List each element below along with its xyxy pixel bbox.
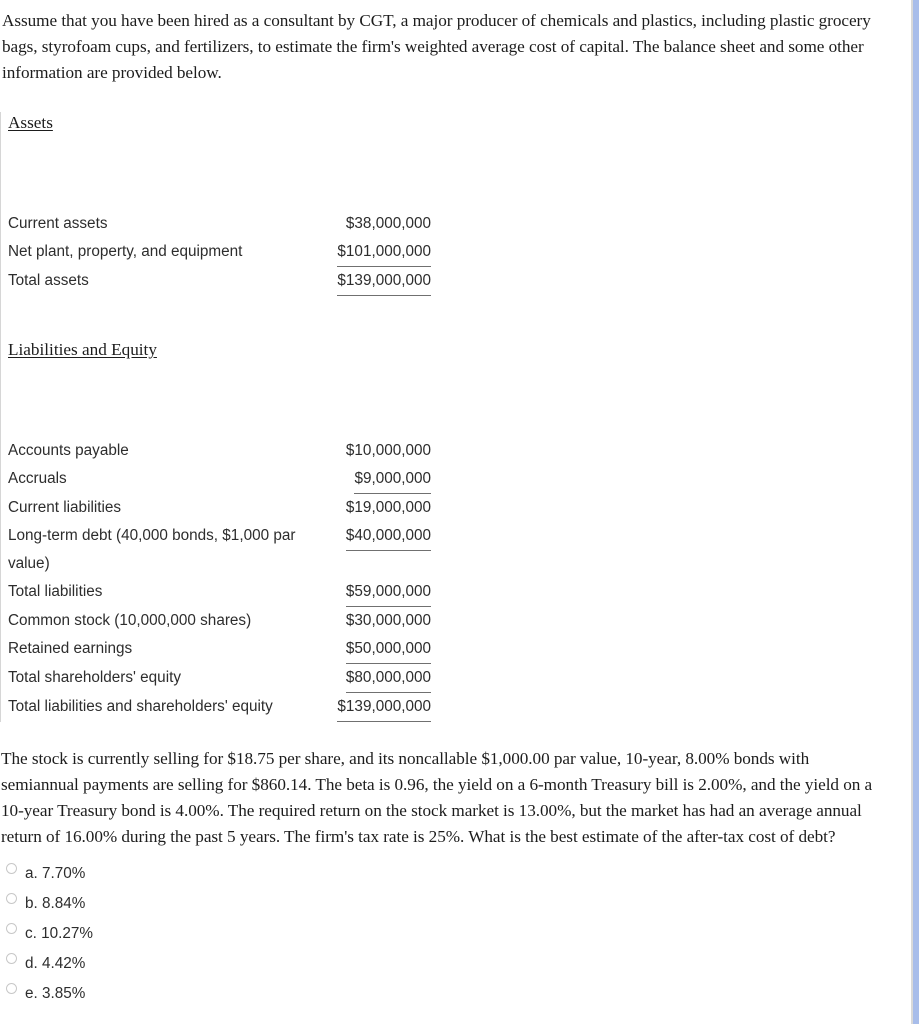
- row-value: $139,000,000: [314, 693, 431, 722]
- row-value-text: $40,000,000: [345, 522, 431, 551]
- question-page: Assume that you have been hired as a con…: [0, 0, 911, 1010]
- answer-choices: a. 7.70% b. 8.84% c. 10.27% d. 4.42% e. …: [0, 860, 911, 1010]
- question-paragraph: The stock is currently selling for $18.7…: [1, 749, 873, 846]
- table-row: Accounts payable $10,000,000: [8, 437, 431, 465]
- row-label: Net plant, property, and equipment: [8, 243, 243, 260]
- intro-paragraph: Assume that you have been hired as a con…: [2, 11, 871, 82]
- radio-button-icon[interactable]: [6, 983, 17, 994]
- row-value-text: $38,000,000: [345, 215, 431, 232]
- row-value-text: $10,000,000: [345, 442, 431, 459]
- row-value: $139,000,000: [314, 267, 431, 296]
- row-label: Current liabilities: [8, 499, 122, 516]
- row-label: Long-term debt (40,000 bonds, $1,000 par…: [8, 527, 296, 572]
- row-value-text: $30,000,000: [345, 612, 431, 629]
- row-label: Total liabilities: [8, 583, 103, 600]
- choice-label: d. 4.42%: [25, 955, 86, 972]
- radio-button-icon[interactable]: [6, 953, 17, 964]
- row-value-text: $139,000,000: [337, 693, 431, 722]
- table-row: Total liabilities and shareholders' equi…: [8, 693, 431, 722]
- row-value: $9,000,000: [314, 465, 431, 494]
- row-value-text: $80,000,000: [345, 664, 431, 693]
- row-value: $40,000,000: [314, 522, 431, 578]
- row-value-text: $50,000,000: [345, 635, 431, 664]
- row-label: Accounts payable: [8, 442, 129, 459]
- choice-label: c. 10.27%: [25, 925, 94, 942]
- table-row: Total shareholders' equity $80,000,000: [8, 664, 431, 693]
- row-value-text: $101,000,000: [337, 238, 431, 267]
- liabilities-section-header: Liabilities and Equity: [8, 339, 430, 361]
- row-label: Accruals: [8, 470, 67, 487]
- choice-label: e. 3.85%: [25, 985, 86, 1002]
- choice-label: a. 7.70%: [25, 865, 86, 882]
- row-label: Current assets: [8, 215, 108, 232]
- liabilities-heading: Liabilities and Equity: [8, 340, 157, 359]
- row-label: Retained earnings: [8, 640, 133, 657]
- table-row: Retained earnings $50,000,000: [8, 635, 431, 664]
- row-label: Common stock (10,000,000 shares): [8, 612, 252, 629]
- assets-table: Current assets $38,000,000 Net plant, pr…: [8, 210, 431, 296]
- row-value-text: $139,000,000: [337, 267, 431, 296]
- assets-table-body: Current assets $38,000,000 Net plant, pr…: [8, 210, 431, 296]
- choice-option-a[interactable]: a. 7.70%: [1, 860, 911, 890]
- row-value: $19,000,000: [314, 494, 431, 522]
- assets-heading: Assets: [8, 113, 53, 132]
- liabilities-header-spacer: [8, 361, 430, 437]
- choice-option-d[interactable]: d. 4.42%: [1, 950, 911, 980]
- table-row: Total liabilities $59,000,000: [8, 578, 431, 607]
- row-label: Total shareholders' equity: [8, 669, 181, 686]
- row-label: Total assets: [8, 272, 89, 289]
- table-row: Accruals $9,000,000: [8, 465, 431, 494]
- table-row: Long-term debt (40,000 bonds, $1,000 par…: [8, 522, 431, 578]
- row-value: $59,000,000: [314, 578, 431, 607]
- choice-label: b. 8.84%: [25, 895, 86, 912]
- table-row: Total assets $139,000,000: [8, 267, 431, 296]
- row-value: $30,000,000: [314, 607, 431, 635]
- row-value: $101,000,000: [314, 238, 431, 267]
- table-row: Net plant, property, and equipment $101,…: [8, 238, 431, 267]
- radio-button-icon[interactable]: [6, 863, 17, 874]
- radio-button-icon[interactable]: [6, 923, 17, 934]
- balance-sheet: Assets Current assets $38,000,000 Net pl…: [0, 112, 431, 722]
- row-label: Total liabilities and shareholders' equi…: [8, 698, 273, 715]
- page-edge-blue-strip: [913, 0, 919, 1024]
- row-value: $10,000,000: [314, 437, 431, 465]
- liabilities-table-body: Accounts payable $10,000,000 Accruals $9…: [8, 437, 431, 722]
- liabilities-table: Accounts payable $10,000,000 Accruals $9…: [8, 437, 431, 722]
- choice-option-e[interactable]: e. 3.85%: [1, 980, 911, 1010]
- row-value-text: $9,000,000: [354, 465, 431, 494]
- table-row: Common stock (10,000,000 shares) $30,000…: [8, 607, 431, 635]
- choice-option-c[interactable]: c. 10.27%: [1, 920, 911, 950]
- assets-header-spacer: [8, 134, 430, 210]
- row-value-text: $19,000,000: [345, 499, 431, 516]
- table-row: Current liabilities $19,000,000: [8, 494, 431, 522]
- table-row: Current assets $38,000,000: [8, 210, 431, 238]
- row-value: $38,000,000: [314, 210, 431, 238]
- row-value: $80,000,000: [314, 664, 431, 693]
- row-value-text: $59,000,000: [345, 578, 431, 607]
- choice-option-b[interactable]: b. 8.84%: [1, 890, 911, 920]
- row-value: $50,000,000: [314, 635, 431, 664]
- radio-button-icon[interactable]: [6, 893, 17, 904]
- assets-section-header: Assets: [8, 112, 430, 134]
